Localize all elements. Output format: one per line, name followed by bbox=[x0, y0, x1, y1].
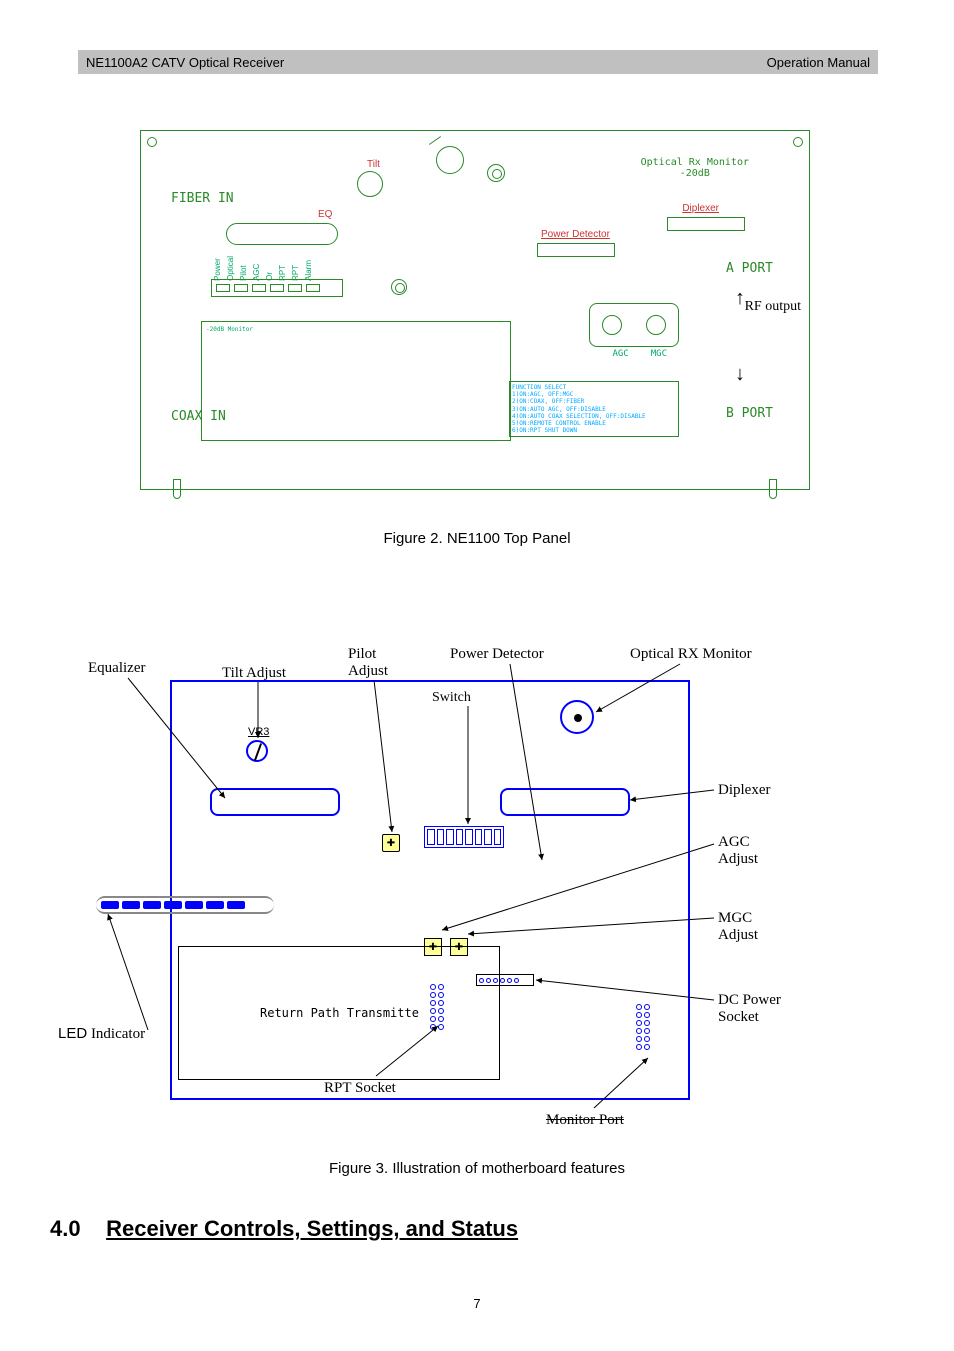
tube-icon bbox=[769, 479, 777, 499]
target-icon bbox=[391, 279, 407, 295]
header-bar: NE1100A2 CATV Optical Receiver Operation… bbox=[78, 50, 878, 74]
power-detector-label: Power Detector bbox=[450, 646, 544, 663]
b-port-label: B PORT bbox=[726, 406, 773, 421]
mgc-adjust-label: MGC Adjust bbox=[718, 910, 768, 944]
rx-monitor-port-icon bbox=[560, 700, 594, 734]
rf-output-label: RF output bbox=[745, 299, 801, 315]
diplexer-label: Diplexer bbox=[718, 782, 770, 799]
eq-label: EQ bbox=[318, 209, 332, 220]
dc-power-socket-label: DC Power Socket bbox=[718, 992, 798, 1026]
led-row-icon bbox=[211, 279, 343, 297]
screw-icon bbox=[793, 137, 803, 147]
led-vertical-labels: PowerOpticalPilot AGCOrRPT RPTAlarm bbox=[213, 256, 313, 281]
vr3-dial-icon bbox=[246, 740, 268, 762]
arrow-up-icon: ↑ bbox=[735, 287, 745, 310]
return-path-tx-label: Return Path Transmitte bbox=[260, 1006, 419, 1020]
tube-icon bbox=[173, 479, 181, 499]
section-number: 4.0 bbox=[50, 1216, 100, 1242]
power-detector-box-icon bbox=[537, 243, 615, 257]
figure-2-panel: FIBER IN Tilt EQ Optical Rx Monitor-20dB… bbox=[140, 130, 810, 490]
diplexer-box-icon bbox=[667, 217, 745, 231]
header-left: NE1100A2 CATV Optical Receiver bbox=[86, 55, 767, 70]
screw-icon bbox=[147, 137, 157, 147]
tilt-dial-icon bbox=[357, 171, 383, 197]
pilot-adjust-label: Pilot Adjust bbox=[348, 646, 408, 680]
optical-rx-monitor-label: Optical Rx Monitor-20dB bbox=[641, 157, 749, 179]
figure-2-caption: Figure 2. NE1100 Top Panel bbox=[0, 530, 954, 547]
optical-rx-monitor-label: Optical RX Monitor bbox=[630, 646, 752, 663]
agc-mgc-box-icon bbox=[589, 303, 679, 347]
tilt-label: Tilt bbox=[367, 159, 380, 170]
magnifier-icon bbox=[436, 146, 464, 179]
fiber-in-label: FIBER IN bbox=[171, 191, 234, 206]
header-right: Operation Manual bbox=[767, 55, 870, 70]
dip-switch-icon bbox=[424, 826, 504, 848]
diplexer-label: Diplexer bbox=[682, 203, 719, 214]
rpt-socket-icon bbox=[430, 984, 450, 1030]
target-icon bbox=[487, 164, 505, 182]
pilot-screw-icon: ✚ bbox=[382, 834, 400, 852]
eq-slot-icon bbox=[226, 223, 338, 245]
function-select-text: FUNCTION SELECT 1)ON:AGC, OFF:MGC 2)ON:C… bbox=[509, 381, 679, 437]
coax-in-label: COAX IN bbox=[171, 409, 226, 424]
diplexer-slot-icon bbox=[500, 788, 630, 816]
rpt-socket-label: RPT Socket bbox=[322, 1080, 398, 1097]
agc-mgc-labels: AGCMGC bbox=[612, 349, 667, 359]
tilt-adjust-label: Tilt Adjust bbox=[222, 665, 286, 682]
led-indicator-label: LED Indicator bbox=[58, 1025, 145, 1043]
led-row-icon bbox=[96, 896, 274, 914]
inner-block-diagram: -20dB Monitor bbox=[201, 321, 511, 441]
section-title-text: Receiver Controls, Settings, and Status bbox=[106, 1216, 518, 1241]
agc-adjust-label: AGC Adjust bbox=[718, 834, 768, 868]
section-heading: 4.0 Receiver Controls, Settings, and Sta… bbox=[50, 1216, 518, 1242]
monitor-port-label: Monitor Port bbox=[546, 1112, 624, 1129]
a-port-label: A PORT bbox=[726, 261, 773, 276]
page-number: 7 bbox=[0, 1296, 954, 1311]
figure-3-caption: Figure 3. Illustration of motherboard fe… bbox=[0, 1160, 954, 1177]
switch-label: Switch bbox=[432, 690, 471, 706]
power-detector-label: Power Detector bbox=[541, 229, 610, 240]
equalizer-label: Equalizer bbox=[88, 660, 145, 677]
vr3-label: VR3 bbox=[248, 726, 269, 738]
arrow-down-icon: ↓ bbox=[735, 363, 745, 386]
monitor-port-icon bbox=[636, 1004, 656, 1050]
equalizer-slot-icon bbox=[210, 788, 340, 816]
